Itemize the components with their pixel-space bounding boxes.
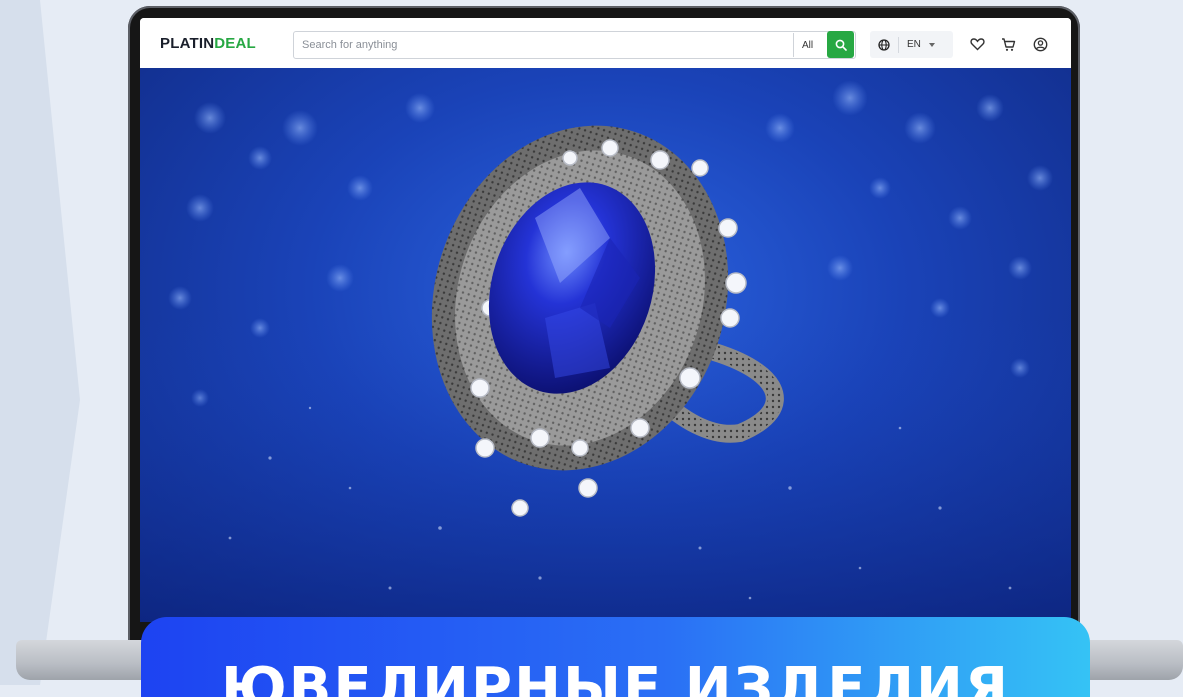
cart-button[interactable] bbox=[999, 35, 1017, 53]
language-code: EN bbox=[907, 39, 921, 50]
globe-icon bbox=[878, 38, 890, 51]
search-input[interactable] bbox=[294, 33, 793, 57]
logo-text-primary: PLATIN bbox=[160, 35, 215, 52]
cart-icon bbox=[1001, 37, 1015, 51]
category-select-value: All bbox=[802, 39, 814, 51]
heart-icon bbox=[969, 38, 985, 51]
search-button[interactable] bbox=[827, 31, 854, 58]
hero-image bbox=[140, 68, 1071, 622]
site-header: PLATINDEAL All EN bbox=[140, 18, 1071, 68]
banner-title: ЮВЕЛИРНЫЕ ИЗДЕЛИЯ bbox=[220, 656, 1010, 697]
user-account-icon bbox=[1033, 37, 1047, 51]
laptop-screen: PLATINDEAL All EN bbox=[140, 18, 1071, 622]
chevron-down-icon bbox=[928, 42, 935, 47]
search-icon bbox=[835, 39, 847, 51]
account-button[interactable] bbox=[1031, 35, 1049, 53]
search-bar: All bbox=[293, 31, 856, 59]
language-selector[interactable]: EN bbox=[870, 31, 953, 58]
divider bbox=[898, 36, 899, 53]
wishlist-button[interactable] bbox=[968, 35, 986, 53]
background-decoration bbox=[0, 0, 80, 685]
category-banner: ЮВЕЛИРНЫЕ ИЗДЕЛИЯ bbox=[141, 617, 1090, 697]
sapphire-ring-illustration bbox=[140, 80, 1071, 622]
logo-text-accent: DEAL bbox=[214, 35, 256, 52]
site-logo[interactable]: PLATINDEAL bbox=[160, 35, 256, 52]
